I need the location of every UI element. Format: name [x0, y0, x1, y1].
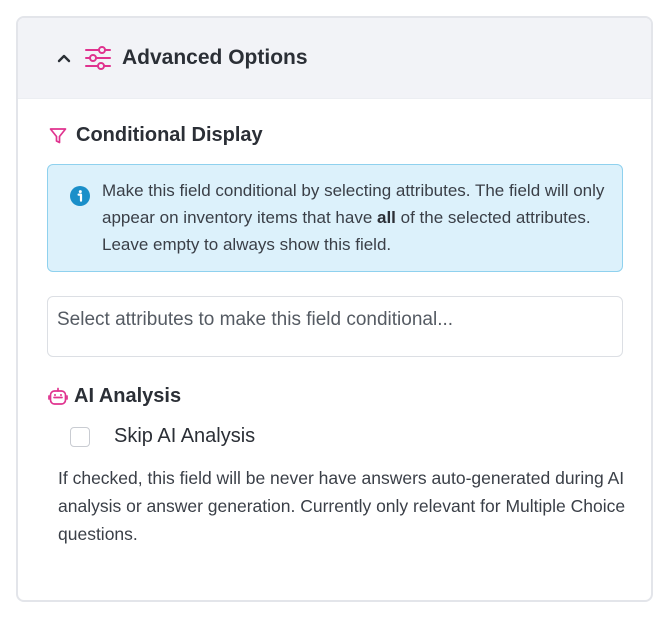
skip-ai-help-text: If checked, this field will be never hav… [58, 468, 626, 544]
attribute-select-placeholder: Select attributes to make this field con… [57, 309, 454, 330]
advanced-options-title: Advanced Options [122, 46, 308, 69]
attribute-select-input[interactable]: Select attributes to make this field con… [47, 296, 623, 357]
ai-analysis-title: AI Analysis [74, 385, 182, 407]
skip-ai-label[interactable]: Skip AI Analysis [114, 425, 255, 448]
skip-ai-checkbox[interactable] [70, 426, 90, 447]
skip-ai-row: Skip AI Analysis [70, 425, 255, 448]
advanced-options-header[interactable]: Advanced Options [18, 18, 651, 99]
ai-analysis-heading: AI Analysis [48, 385, 181, 408]
robot-icon [48, 387, 68, 407]
sliders-icon [84, 44, 112, 72]
conditional-info-alert: Make this field conditional by selecting… [47, 164, 623, 272]
conditional-display-title: Conditional Display [76, 124, 263, 146]
info-icon [70, 186, 90, 206]
conditional-info-text: Make this field conditional by selecting… [102, 181, 605, 254]
advanced-options-panel: Advanced Options Conditional Display Mak… [16, 16, 653, 602]
chevron-up-icon[interactable] [56, 50, 72, 66]
conditional-display-heading: Conditional Display [48, 124, 263, 147]
filter-icon [48, 126, 68, 146]
